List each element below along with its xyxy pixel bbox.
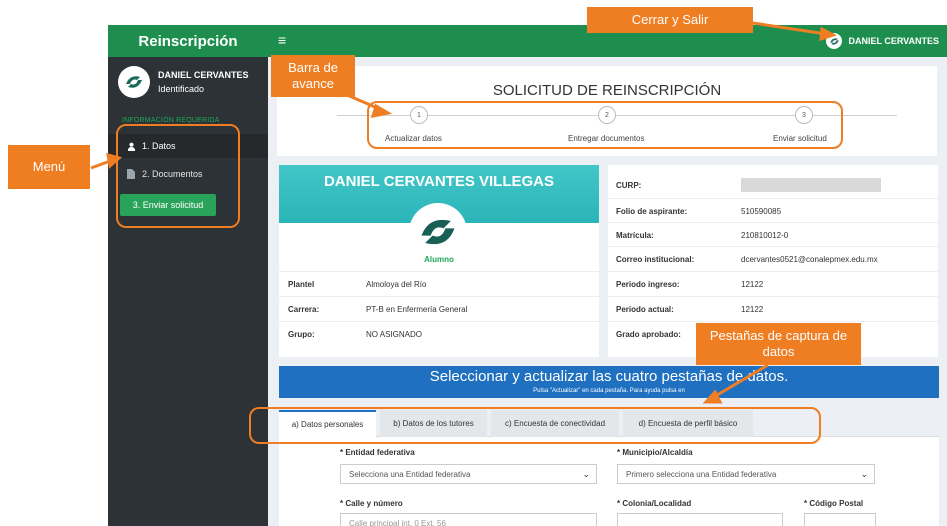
info-value: 12122 [741, 304, 764, 314]
profile-value: Almoloya del Río [366, 279, 427, 289]
profile-row: Carrera: PT-B en Enfermería General [279, 296, 599, 321]
profile-value: PT-B en Enfermería General [366, 304, 468, 314]
info-row: Correo institucional: dcervantes0521@con… [608, 246, 938, 271]
progress-highlight [367, 101, 843, 149]
section-label: INFORMACIÓN REQUERIDA [122, 117, 220, 124]
banner-subline: Pulsa "Actualizar" en cada pestaña. Para… [533, 388, 685, 394]
profile-row: Plantel Almoloya del Río [279, 271, 599, 296]
callout-cerrar-salir: Cerrar y Salir [587, 7, 753, 33]
profile-key: Carrera: [288, 304, 320, 314]
hamburger-icon[interactable]: ≡ [278, 33, 286, 47]
info-row: Matrícula: 210810012-0 [608, 222, 938, 247]
info-key: Periodo ingreso: [616, 279, 680, 289]
instructions-banner: Seleccionar y actualizar las cuatro pest… [279, 366, 939, 398]
info-value: 210810012-0 [741, 230, 789, 240]
page-title: SOLICITUD DE REINSCRIPCIÓN [492, 82, 722, 99]
municipio-value: Primero selecciona una Entidad federativ… [626, 469, 777, 479]
chevron-down-icon: ⌄ [582, 469, 590, 479]
info-key: Periodo actual: [616, 304, 674, 314]
calle-label: * Calle y número [340, 499, 403, 508]
profile-key: Grupo: [288, 329, 315, 339]
municipio-label: * Municipio/Alcaldía [617, 448, 693, 457]
callout-menu: Menú [8, 145, 90, 189]
profile-row: Grupo: NO ASIGNADO [279, 321, 599, 346]
profile-role: Alumno [424, 255, 454, 264]
top-user-name: DANIEL CERVANTES [848, 36, 939, 46]
sidebar: Reinscripción DANIEL CERVANTES Identific… [108, 25, 268, 526]
info-value: 12122 [741, 279, 764, 289]
info-row: CURP: [608, 173, 938, 198]
conalep-logo-icon [826, 33, 843, 49]
user-panel: DANIEL CERVANTES Identificado [108, 57, 268, 107]
conalep-logo-icon [118, 66, 150, 98]
callout-barra-avance: Barra de avance [271, 55, 355, 97]
screenshot-stage: Reinscripción DANIEL CERVANTES Identific… [0, 0, 947, 526]
info-key: Folio de aspirante: [616, 206, 688, 216]
colonia-input[interactable] [617, 513, 783, 526]
menu-highlight [116, 124, 240, 228]
tabs-highlight [249, 407, 821, 444]
info-row: Periodo ingreso: 12122 [608, 271, 938, 296]
profile-value: NO ASIGNADO [366, 329, 423, 339]
callout-pestanas: Pestañas de captura de datos [696, 323, 861, 365]
app-title: Reinscripción [108, 25, 268, 57]
info-value: dcervantes0521@conalepmex.edu.mx [741, 254, 878, 264]
cp-label: * Código Postal [804, 499, 864, 508]
info-row: Folio de aspirante: 510590085 [608, 198, 938, 223]
user-status: Identificado [158, 84, 205, 94]
profile-card: DANIEL CERVANTES VILLEGAS Alumno Plantel… [279, 165, 599, 357]
user-menu[interactable]: DANIEL CERVANTES [826, 33, 939, 49]
entidad-select[interactable]: Selecciona una Entidad federativa ⌄ [340, 464, 597, 484]
banner-headline: Seleccionar y actualizar las cuatro pest… [429, 368, 789, 385]
user-name: DANIEL CERVANTES [158, 70, 249, 80]
info-value [741, 177, 938, 194]
conalep-logo-icon [409, 203, 467, 261]
municipio-select[interactable]: Primero selecciona una Entidad federativ… [617, 464, 875, 484]
chevron-down-icon: ⌄ [860, 469, 868, 479]
personal-data-form: * Entidad federativa Selecciona una Enti… [279, 437, 939, 526]
entidad-value: Selecciona una Entidad federativa [349, 469, 471, 479]
info-key: Matrícula: [616, 230, 654, 240]
entidad-label: * Entidad federativa [340, 448, 415, 457]
info-key: Correo institucional: [616, 254, 695, 264]
info-value: 510590085 [741, 206, 782, 216]
colonia-label: * Colonia/Localidad [617, 499, 692, 508]
info-key: CURP: [616, 181, 642, 190]
redacted-curp [741, 177, 881, 192]
info-row: Periodo actual: 12122 [608, 296, 938, 321]
calle-input[interactable]: Calle principal int. 0 Ext. 56 [340, 513, 597, 526]
profile-key: Plantel [288, 279, 315, 289]
cp-input[interactable] [804, 513, 876, 526]
